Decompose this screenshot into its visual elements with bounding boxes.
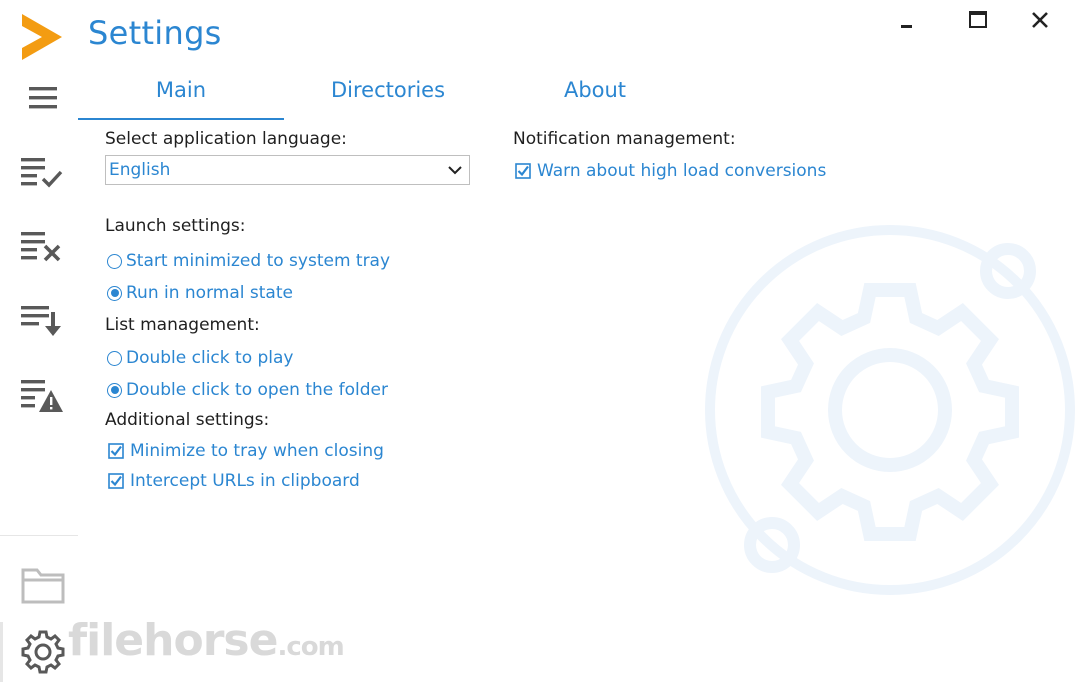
tab-about[interactable]: About bbox=[492, 72, 698, 118]
menu-icon[interactable] bbox=[14, 74, 72, 122]
tab-directories[interactable]: Directories bbox=[285, 72, 491, 118]
chevron-down-icon bbox=[447, 162, 463, 183]
checkbox-checked-icon bbox=[108, 473, 124, 489]
window-title: Settings bbox=[88, 14, 222, 52]
language-select-value: English bbox=[109, 160, 171, 180]
additional-settings-label: Additional settings: bbox=[105, 410, 270, 430]
radio-double-click-play[interactable]: Double click to play bbox=[107, 348, 294, 368]
checkbox-minimize-tray-label: Minimize to tray when closing bbox=[130, 441, 384, 461]
radio-run-normal[interactable]: Run in normal state bbox=[107, 283, 293, 303]
gear-icon[interactable] bbox=[14, 628, 72, 676]
list-check-icon[interactable] bbox=[14, 148, 72, 196]
tab-main[interactable]: Main bbox=[78, 72, 284, 120]
radio-checked-icon bbox=[107, 382, 122, 398]
radio-unchecked-icon bbox=[107, 350, 122, 366]
checkbox-checked-icon bbox=[515, 163, 531, 179]
list-download-icon[interactable] bbox=[14, 296, 72, 344]
radio-double-click-folder-label: Double click to open the folder bbox=[126, 380, 388, 400]
language-label: Select application language: bbox=[105, 129, 347, 149]
maximize-icon bbox=[968, 10, 988, 34]
checkbox-minimize-tray[interactable]: Minimize to tray when closing bbox=[108, 441, 384, 461]
radio-unchecked-icon bbox=[107, 253, 122, 269]
radio-double-click-play-label: Double click to play bbox=[126, 348, 294, 368]
list-warning-icon[interactable] bbox=[14, 370, 72, 418]
checkbox-intercept-urls-label: Intercept URLs in clipboard bbox=[130, 471, 360, 491]
watermark: filehorse.com bbox=[68, 615, 345, 666]
radio-start-minimized[interactable]: Start minimized to system tray bbox=[107, 251, 390, 271]
maximize-button[interactable] bbox=[960, 8, 996, 36]
list-remove-icon[interactable] bbox=[14, 222, 72, 270]
checkbox-warn-high-load-label: Warn about high load conversions bbox=[537, 161, 827, 181]
radio-run-normal-label: Run in normal state bbox=[126, 283, 293, 303]
sidebar-active-indicator bbox=[0, 622, 3, 682]
checkbox-checked-icon bbox=[108, 443, 124, 459]
notification-label: Notification management: bbox=[513, 129, 736, 149]
launch-settings-label: Launch settings: bbox=[105, 216, 246, 236]
minimize-button[interactable] bbox=[889, 8, 925, 36]
app-logo-icon bbox=[18, 12, 64, 62]
radio-checked-icon bbox=[107, 285, 122, 301]
sidebar bbox=[0, 0, 78, 694]
checkbox-warn-high-load[interactable]: Warn about high load conversions bbox=[515, 161, 826, 181]
radio-double-click-folder[interactable]: Double click to open the folder bbox=[107, 380, 388, 400]
radio-start-minimized-label: Start minimized to system tray bbox=[126, 251, 391, 271]
close-button[interactable] bbox=[1022, 8, 1058, 36]
background-gear-icon bbox=[700, 215, 1077, 605]
close-icon bbox=[1031, 11, 1049, 33]
watermark-text: filehorse bbox=[68, 615, 278, 666]
language-select[interactable]: English bbox=[105, 155, 470, 185]
minimize-icon bbox=[899, 12, 915, 32]
watermark-suffix: .com bbox=[277, 632, 344, 662]
checkbox-intercept-urls[interactable]: Intercept URLs in clipboard bbox=[108, 471, 360, 491]
sidebar-divider bbox=[0, 535, 78, 536]
folder-icon[interactable] bbox=[14, 560, 72, 608]
list-management-label: List management: bbox=[105, 315, 260, 335]
